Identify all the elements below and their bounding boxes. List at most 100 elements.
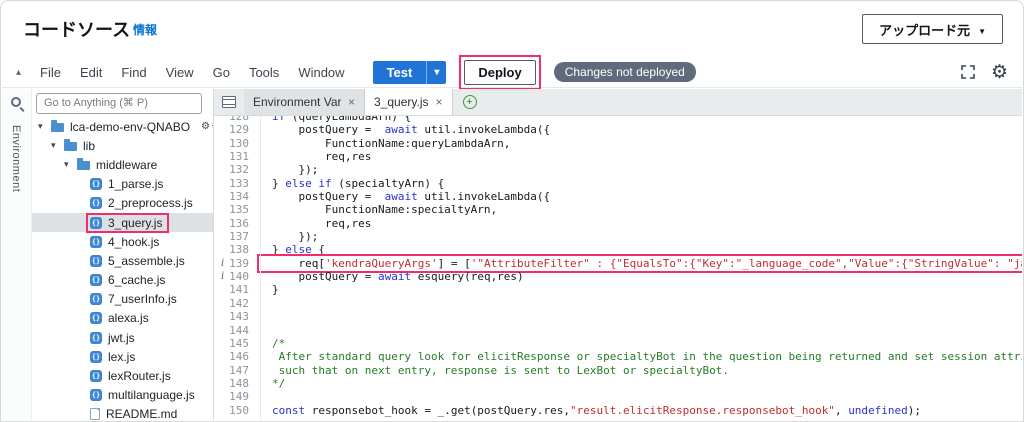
tree-item-3_query.js[interactable]: 3_query.js: [32, 212, 213, 233]
tree-item-2_preprocess.js[interactable]: 2_preprocess.js: [32, 194, 213, 213]
goto-anything-input[interactable]: [36, 92, 202, 114]
code-line-136: 136 req,res: [214, 217, 1022, 230]
gutter-line-129[interactable]: 129: [214, 123, 260, 136]
code-content: [260, 390, 274, 403]
gutter-line-140[interactable]: i 140: [214, 270, 260, 283]
tab-label: 3_query.js: [374, 95, 429, 109]
settings-gear-icon[interactable]: [991, 63, 1008, 82]
deploy-status-badge: Changes not deployed: [553, 62, 696, 82]
line-number: 144: [229, 323, 249, 337]
tree-item-lex.js[interactable]: lex.js: [32, 347, 213, 366]
test-dropdown-caret-icon[interactable]: [426, 60, 446, 84]
tab-label: Environment Var: [253, 95, 341, 109]
tree-item-README.md[interactable]: README.md: [32, 405, 213, 420]
tree-item-1_parse.js[interactable]: 1_parse.js: [32, 175, 213, 194]
code-line-135: 135 FunctionName:specialtyArn,: [214, 203, 1022, 216]
code-line-144: 144: [214, 324, 1022, 337]
upload-source-button[interactable]: アップロード元: [862, 14, 1003, 44]
code-line-146: 146 After standard query look for elicit…: [214, 350, 1022, 363]
gutter-line-137[interactable]: 137: [214, 230, 260, 243]
tab-3_query.js[interactable]: 3_query.js: [365, 89, 453, 115]
gutter-line-147[interactable]: 147: [214, 364, 260, 377]
gutter-line-150[interactable]: 150: [214, 404, 260, 417]
info-link[interactable]: 情報: [133, 21, 157, 38]
tree-item-content: 5_assemble.js: [88, 253, 190, 269]
chevron-down-icon[interactable]: [38, 121, 49, 132]
gutter-line-139[interactable]: i 139: [214, 257, 260, 270]
gutter-line-134[interactable]: 134: [214, 190, 260, 203]
tree-item-label: 7_userInfo.js: [108, 292, 177, 307]
chevron-down-icon: [978, 22, 986, 37]
tab-Environment Var[interactable]: Environment Var: [244, 89, 366, 115]
code-line-145: 145 /*: [214, 337, 1022, 350]
test-button[interactable]: Test: [372, 60, 447, 84]
gutter-line-148[interactable]: 148: [214, 377, 260, 390]
line-number: 128: [229, 116, 249, 123]
environment-tab[interactable]: Environment: [10, 125, 22, 192]
tab-list-icon[interactable]: [222, 96, 236, 108]
js-file-icon: [90, 350, 102, 363]
tree-item-5_assemble.js[interactable]: 5_assemble.js: [32, 251, 213, 270]
code-content: });: [272, 163, 319, 177]
tree-item-7_userInfo.js[interactable]: 7_userInfo.js: [32, 290, 213, 309]
tree-item-content: 7_userInfo.js: [88, 291, 182, 307]
tree-item-lib[interactable]: lib: [32, 136, 213, 155]
menu-find[interactable]: Find: [121, 65, 146, 80]
tree-item-jwt.js[interactable]: jwt.js: [32, 328, 213, 347]
gutter-line-144[interactable]: 144: [214, 324, 260, 337]
panel-header: コードソース 情報 アップロード元: [1, 1, 1023, 57]
close-icon[interactable]: [348, 95, 355, 109]
tree-item-4_hook.js[interactable]: 4_hook.js: [32, 232, 213, 251]
gutter-line-149[interactable]: 149: [214, 390, 260, 403]
menu-window[interactable]: Window: [298, 65, 344, 80]
line-number: 150: [229, 403, 249, 417]
js-file-icon: [90, 274, 102, 287]
tree-item-content: 6_cache.js: [88, 272, 170, 288]
code-line-142: 142: [214, 297, 1022, 310]
tree-item-alexa.js[interactable]: alexa.js: [32, 309, 213, 328]
gutter-line-135[interactable]: 135: [214, 203, 260, 216]
collapse-panel-icon[interactable]: [16, 67, 32, 78]
menu-go[interactable]: Go: [213, 65, 230, 80]
ide-menubar: File Edit Find View Go Tools Window Test Deplo…: [2, 54, 1022, 90]
tree-item-6_cache.js[interactable]: 6_cache.js: [32, 271, 213, 290]
line-number: 135: [229, 203, 249, 217]
menu-view[interactable]: View: [166, 65, 194, 80]
gutter-line-146[interactable]: 146: [214, 350, 260, 363]
tree-item-lca-demo-env-QNABO[interactable]: lca-demo-env-QNABO: [32, 117, 213, 136]
gutter-line-145[interactable]: 145: [214, 337, 260, 350]
new-tab-icon[interactable]: [462, 95, 477, 109]
gutter-line-128[interactable]: 128: [214, 116, 260, 123]
search-icon[interactable]: [11, 97, 21, 107]
gutter-line-141[interactable]: 141: [214, 283, 260, 296]
js-file-icon: [90, 389, 102, 402]
tree-item-lexRouter.js[interactable]: lexRouter.js: [32, 366, 213, 385]
code-content: req,res: [272, 216, 372, 230]
js-file-icon: [90, 197, 102, 210]
close-icon[interactable]: [436, 95, 443, 109]
js-file-icon: [90, 312, 102, 325]
gutter-line-131[interactable]: 131: [214, 150, 260, 163]
tree-item-middleware[interactable]: middleware: [32, 155, 213, 174]
gutter-line-143[interactable]: 143: [214, 310, 260, 323]
gutter-line-142[interactable]: 142: [214, 297, 260, 310]
gutter-line-136[interactable]: 136: [214, 217, 260, 230]
code-content: [260, 324, 274, 337]
deploy-button[interactable]: Deploy: [464, 59, 536, 85]
gear-icon[interactable]: [201, 121, 210, 132]
tree-item-multilanguage.js[interactable]: multilanguage.js: [32, 386, 213, 405]
gutter-line-130[interactable]: 130: [214, 137, 260, 150]
code-line-141: 141}: [214, 283, 1022, 296]
menu-edit[interactable]: Edit: [80, 65, 102, 80]
gutter-line-132[interactable]: 132: [214, 163, 260, 176]
code-content: [260, 310, 274, 323]
menu-file[interactable]: File: [40, 65, 61, 80]
fullscreen-icon[interactable]: [961, 65, 975, 79]
tree-item-label: lex.js: [108, 349, 136, 364]
chevron-down-icon[interactable]: [51, 140, 62, 151]
chevron-down-icon[interactable]: [64, 159, 75, 170]
line-number: 139: [229, 256, 249, 270]
gutter-line-133[interactable]: 133: [214, 177, 260, 190]
menu-tools[interactable]: Tools: [249, 65, 279, 80]
gutter-line-138[interactable]: 138: [214, 243, 260, 256]
